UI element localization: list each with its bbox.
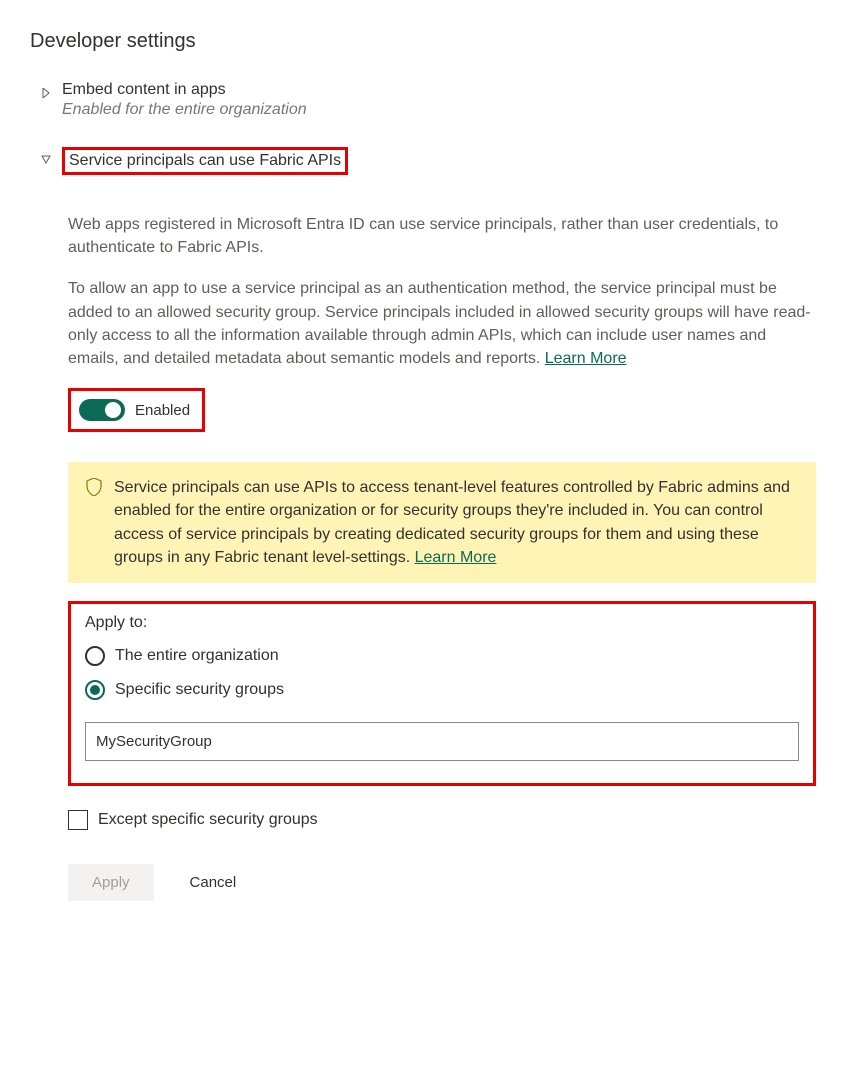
chevron-down-icon xyxy=(40,153,52,165)
cancel-button[interactable]: Cancel xyxy=(190,864,261,901)
radio-inner-dot xyxy=(90,685,100,695)
checkbox-label: Except specific security groups xyxy=(98,811,318,829)
button-row: Apply Cancel xyxy=(68,864,816,901)
radio-icon xyxy=(85,646,105,666)
setting-title: Service principals can use Fabric APIs xyxy=(69,152,341,170)
settings-list: Embed content in apps Enabled for the en… xyxy=(40,81,816,901)
setting-embed-content: Embed content in apps Enabled for the en… xyxy=(40,81,816,119)
enabled-toggle[interactable] xyxy=(79,399,125,421)
radio-label: Specific security groups xyxy=(115,681,284,699)
setting-header-text: Embed content in apps Enabled for the en… xyxy=(62,81,307,119)
description-text: To allow an app to use a service princip… xyxy=(68,280,811,367)
highlighted-title: Service principals can use Fabric APIs xyxy=(62,147,348,175)
apply-to-label: Apply to: xyxy=(85,614,799,632)
except-groups-checkbox-row[interactable]: Except specific security groups xyxy=(68,810,816,830)
info-banner: Service principals can use APIs to acces… xyxy=(68,462,816,583)
info-banner-text: Service principals can use APIs to acces… xyxy=(114,476,798,569)
enabled-toggle-row: Enabled xyxy=(68,388,205,432)
description-paragraph: Web apps registered in Microsoft Entra I… xyxy=(68,213,816,259)
setting-header[interactable]: Embed content in apps Enabled for the en… xyxy=(40,81,816,119)
toggle-label: Enabled xyxy=(135,402,190,419)
chevron-right-icon xyxy=(40,87,52,99)
learn-more-link[interactable]: Learn More xyxy=(545,350,627,367)
setting-subtitle: Enabled for the entire organization xyxy=(62,101,307,119)
apply-button[interactable]: Apply xyxy=(68,864,154,901)
setting-header[interactable]: Service principals can use Fabric APIs xyxy=(40,147,816,175)
setting-service-principals: Service principals can use Fabric APIs W… xyxy=(40,147,816,901)
radio-icon-selected xyxy=(85,680,105,700)
shield-icon xyxy=(86,478,102,499)
radio-entire-organization[interactable]: The entire organization xyxy=(85,646,799,666)
toggle-knob xyxy=(105,402,121,418)
radio-specific-security-groups[interactable]: Specific security groups xyxy=(85,680,799,700)
setting-body: Web apps registered in Microsoft Entra I… xyxy=(68,213,816,901)
description-paragraph: To allow an app to use a service princip… xyxy=(68,277,816,370)
apply-to-section: Apply to: The entire organization Specif… xyxy=(68,601,816,786)
security-group-input[interactable] xyxy=(85,722,799,761)
learn-more-link[interactable]: Learn More xyxy=(415,549,497,566)
checkbox-icon xyxy=(68,810,88,830)
setting-title: Embed content in apps xyxy=(62,81,307,99)
radio-label: The entire organization xyxy=(115,647,279,665)
section-title: Developer settings xyxy=(30,30,816,53)
